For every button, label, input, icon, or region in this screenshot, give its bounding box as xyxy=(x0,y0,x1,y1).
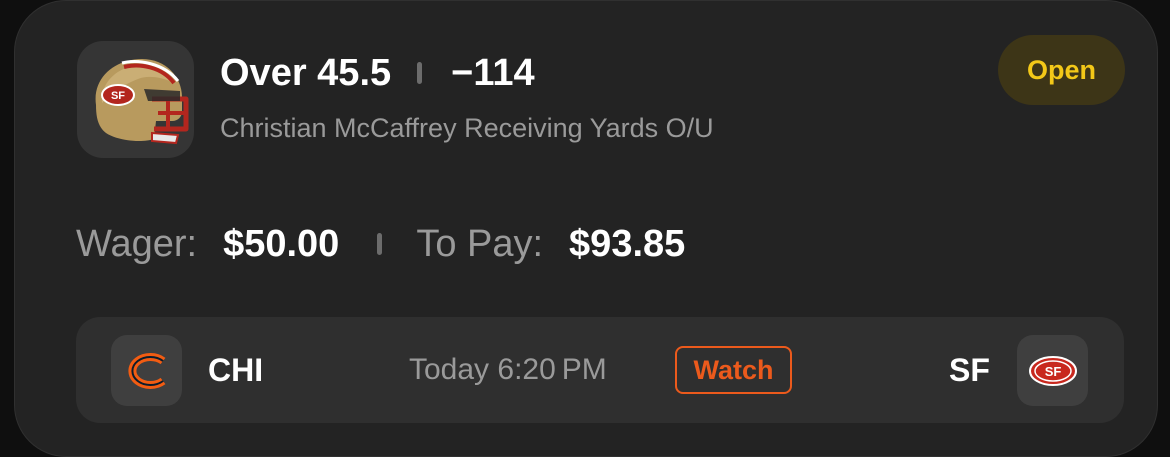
49ers-logo-icon: SF xyxy=(1017,335,1088,406)
money-row: Wager: $50.00 To Pay: $93.85 xyxy=(76,219,685,269)
bet-odds: −114 xyxy=(451,51,535,94)
watch-button[interactable]: Watch xyxy=(675,346,792,394)
bet-market: Christian McCaffrey Receiving Yards O/U xyxy=(220,113,714,143)
game-bar[interactable]: CHI Today 6:20 PM Watch SF SF xyxy=(76,317,1124,423)
to-pay-label: To Pay: xyxy=(416,222,544,265)
bet-card[interactable]: SF Over 45.5 −114 Christian McCaffrey Re… xyxy=(14,0,1158,457)
bet-title-row: Over 45.5 −114 xyxy=(220,49,535,97)
status-badge[interactable]: Open xyxy=(998,35,1125,105)
49ers-helmet-icon: SF xyxy=(77,41,194,158)
svg-text:SF: SF xyxy=(110,90,124,102)
money-divider xyxy=(377,233,383,255)
bears-logo-icon xyxy=(111,335,182,406)
wager-value: $50.00 xyxy=(223,222,340,265)
home-team-abbr: SF xyxy=(949,352,990,388)
wager-label: Wager: xyxy=(76,222,198,265)
svg-text:SF: SF xyxy=(1044,364,1061,379)
away-team-abbr: CHI xyxy=(208,352,264,388)
game-time: Today 6:20 PM xyxy=(409,353,607,386)
title-divider xyxy=(417,62,423,84)
bet-selection: Over 45.5 xyxy=(220,51,392,94)
to-pay-value: $93.85 xyxy=(569,222,686,265)
